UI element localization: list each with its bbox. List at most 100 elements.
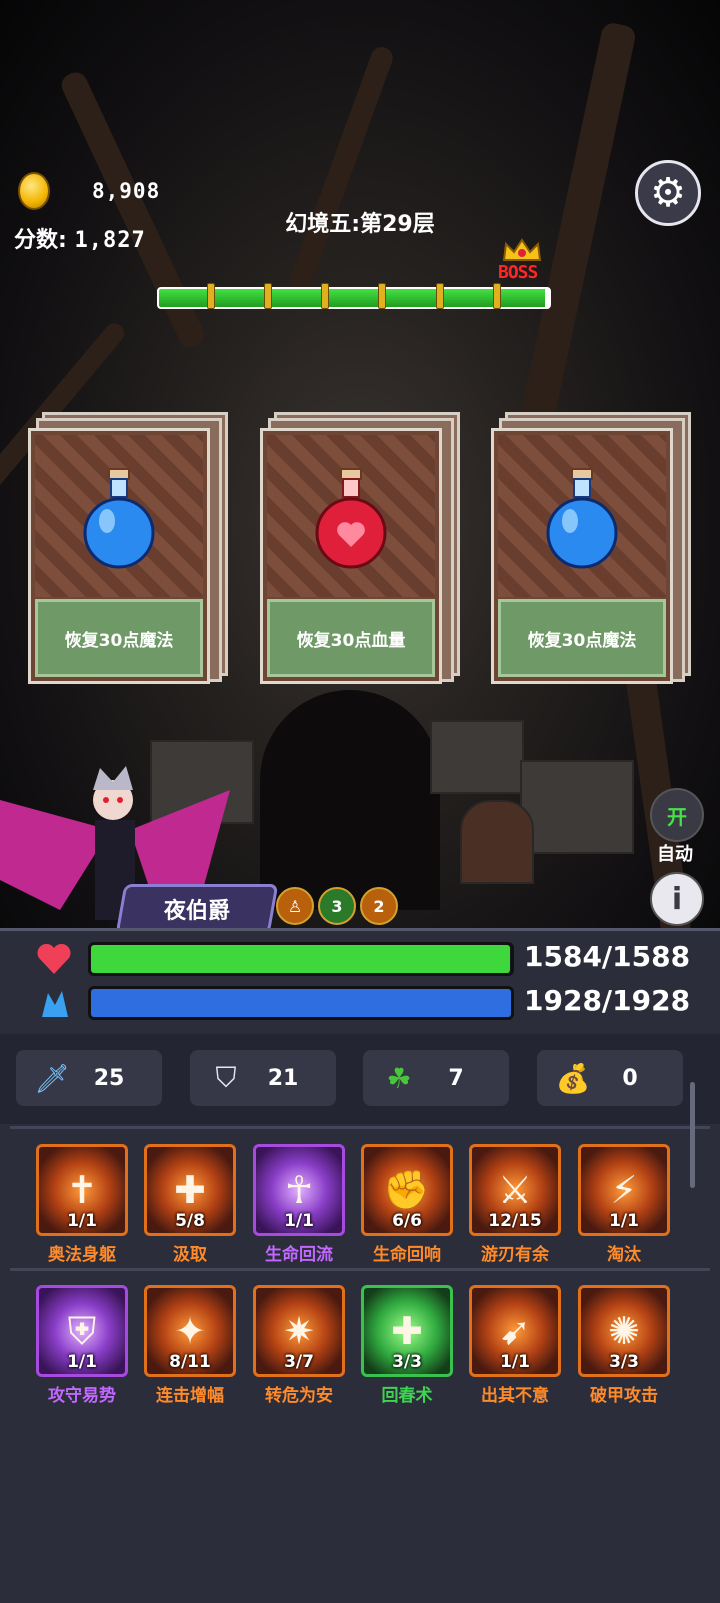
stats-panel bbox=[0, 928, 720, 1603]
combo-fighter-icon: ✦ 8/11 bbox=[144, 1285, 236, 1377]
progress-marker bbox=[436, 283, 444, 309]
figure-buff-icon[interactable]: ♙ bbox=[276, 887, 314, 925]
mp-bar bbox=[88, 986, 514, 1020]
sword-buff-icon[interactable]: 2 bbox=[360, 887, 398, 925]
hero-name: 夜伯爵 bbox=[163, 899, 230, 924]
settings-button[interactable]: ⚙ bbox=[635, 160, 701, 226]
skill-name: 淘汰 bbox=[607, 1245, 641, 1265]
skill-slot[interactable]: ⚡ 1/1 淘汰 bbox=[578, 1144, 670, 1265]
card-art bbox=[498, 435, 666, 597]
swirl-sword-icon: ⚔ 12/15 bbox=[469, 1144, 561, 1236]
card-label: 恢复30点魔法 bbox=[498, 599, 666, 677]
shield-burst-icon: ⛨ 1/1 bbox=[36, 1285, 128, 1377]
divider bbox=[10, 1268, 710, 1271]
skill-count: 1/1 bbox=[284, 1211, 314, 1231]
defense-stat: ⛉ 21 bbox=[190, 1050, 336, 1106]
progress-marker bbox=[264, 283, 272, 309]
plus-burst-icon: ✷ 3/7 bbox=[253, 1285, 345, 1377]
stone-block bbox=[430, 720, 524, 794]
skill-slot[interactable]: ✊ 6/6 生命回响 bbox=[361, 1144, 453, 1265]
info-button[interactable]: i bbox=[650, 872, 704, 926]
ambush-strike-icon: ➹ 1/1 bbox=[469, 1285, 561, 1377]
stat-value: 25 bbox=[93, 1065, 125, 1091]
floor-progress-bar bbox=[157, 287, 551, 309]
skill-count: 6/6 bbox=[392, 1211, 422, 1231]
armor-pierce-icon: ✺ 3/3 bbox=[578, 1285, 670, 1377]
red-potion-icon bbox=[315, 468, 387, 569]
skill-name: 连击增幅 bbox=[156, 1386, 224, 1406]
skill-slot[interactable]: ✝ 1/1 奥法身躯 bbox=[36, 1144, 128, 1265]
skill-slot[interactable]: ⛨ 1/1 攻守易势 bbox=[36, 1285, 128, 1406]
stat-value: 0 bbox=[622, 1065, 638, 1091]
card-art bbox=[35, 435, 203, 597]
winged-cross-icon: ✝ 1/1 bbox=[36, 1144, 128, 1236]
stone-block bbox=[520, 760, 634, 854]
floor-progress-fill bbox=[159, 289, 546, 307]
card-label: 恢复30点血量 bbox=[267, 599, 435, 677]
skill-name: 转危为安 bbox=[265, 1386, 333, 1406]
blue-potion-icon bbox=[83, 468, 155, 569]
skill-slot[interactable]: ➹ 1/1 出其不意 bbox=[469, 1285, 561, 1406]
progress-marker bbox=[207, 283, 215, 309]
tree-branch bbox=[286, 44, 396, 296]
buff-count: 2 bbox=[373, 896, 385, 916]
skill-count: 8/11 bbox=[169, 1352, 211, 1372]
reward-card[interactable]: 恢复30点魔法 bbox=[491, 412, 691, 684]
skull-buff-icon[interactable]: 3 bbox=[318, 887, 356, 925]
card-front: 恢复30点魔法 bbox=[491, 428, 673, 684]
skill-count: 1/1 bbox=[67, 1352, 97, 1372]
skill-count: 3/3 bbox=[609, 1352, 639, 1372]
coin-icon bbox=[18, 172, 50, 210]
skill-count: 1/1 bbox=[500, 1352, 530, 1372]
auto-toggle-button[interactable]: 开 bbox=[650, 788, 704, 842]
gold-bag-stat: 💰 0 bbox=[537, 1050, 683, 1106]
card-art bbox=[267, 435, 435, 597]
luck-stat: ☘ 7 bbox=[363, 1050, 509, 1106]
skill-name: 生命回响 bbox=[373, 1245, 441, 1265]
slash-icon: ⚡ 1/1 bbox=[578, 1144, 670, 1236]
skill-slot[interactable]: ☥ 1/1 生命回流 bbox=[253, 1144, 345, 1265]
skill-name: 攻守易势 bbox=[48, 1386, 116, 1406]
stat-value: 7 bbox=[448, 1065, 464, 1091]
skill-slot[interactable]: ✚ 5/8 汲取 bbox=[144, 1144, 236, 1265]
hero-name-plate: 夜伯爵 bbox=[115, 884, 279, 934]
coin-counter: 8,908 bbox=[18, 172, 160, 210]
clover-icon: ☘ bbox=[386, 1061, 412, 1095]
mp-text: 1928/1928 bbox=[524, 984, 691, 1017]
heart-icon bbox=[37, 943, 71, 974]
auto-toggle-label: 开 bbox=[667, 804, 687, 829]
hp-bar bbox=[88, 942, 514, 976]
skill-count: 1/1 bbox=[67, 1211, 97, 1231]
crown-icon bbox=[502, 238, 542, 261]
skill-slot[interactable]: ✷ 3/7 转危为安 bbox=[253, 1285, 345, 1406]
skill-name: 奥法身躯 bbox=[48, 1245, 116, 1265]
skill-count: 3/7 bbox=[284, 1352, 314, 1372]
skill-slot[interactable]: ✦ 8/11 连击增幅 bbox=[144, 1285, 236, 1406]
progress-marker bbox=[493, 283, 501, 309]
skill-slot[interactable]: ✺ 3/3 破甲攻击 bbox=[578, 1285, 670, 1406]
floor-title: 幻境五:第29层 bbox=[285, 212, 435, 237]
skill-slot[interactable]: ✚ 3/3 回春术 bbox=[361, 1285, 453, 1406]
card-front: 恢复30点血量 bbox=[260, 428, 442, 684]
card-label: 恢复30点魔法 bbox=[35, 599, 203, 677]
skill-name: 游刃有余 bbox=[481, 1245, 549, 1265]
buff-count: 3 bbox=[331, 896, 343, 916]
cave-entrance bbox=[260, 690, 440, 910]
hp-text: 1584/1588 bbox=[524, 940, 691, 973]
heal-plus-icon: ✚ 3/3 bbox=[361, 1285, 453, 1377]
reward-card[interactable]: 恢复30点魔法 bbox=[28, 412, 228, 684]
divider bbox=[10, 1126, 710, 1129]
reward-card[interactable]: 恢复30点血量 bbox=[260, 412, 460, 684]
skill-name: 回春术 bbox=[381, 1386, 433, 1406]
praying-figure-icon: ☥ 1/1 bbox=[253, 1144, 345, 1236]
hp-bar-fill bbox=[91, 945, 510, 973]
money-bag-icon: 💰 bbox=[555, 1061, 591, 1095]
skill-count: 3/3 bbox=[392, 1352, 422, 1372]
scrollbar[interactable] bbox=[690, 1082, 695, 1188]
skill-slot[interactable]: ⚔ 12/15 游刃有余 bbox=[469, 1144, 561, 1265]
info-icon: i bbox=[671, 881, 683, 917]
skill-count: 12/15 bbox=[488, 1211, 542, 1231]
coin-value: 8,908 bbox=[92, 179, 161, 203]
skill-count: 5/8 bbox=[175, 1211, 205, 1231]
sword-icon: 🗡 bbox=[34, 1061, 70, 1095]
